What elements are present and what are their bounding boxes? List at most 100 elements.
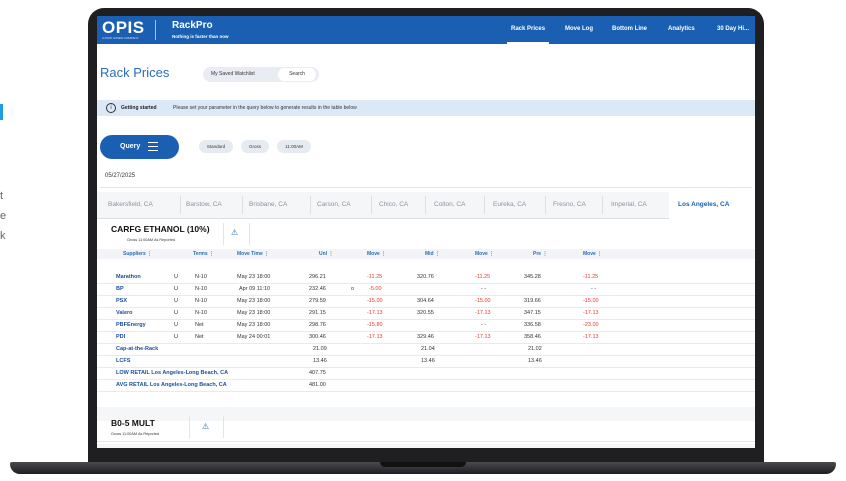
unl-move: -5.00: [369, 286, 382, 292]
tab-los-angeles[interactable]: Los Angeles, CA: [669, 192, 755, 219]
supplier-name[interactable]: PDI: [116, 334, 125, 340]
pre-move: -17.13: [583, 310, 599, 316]
tab-separator: [484, 196, 485, 214]
chip-time[interactable]: 11:00AM: [277, 140, 311, 153]
tab-separator: [242, 196, 243, 214]
tab-eureka[interactable]: Eureka, CA: [493, 201, 526, 208]
summary-unl: 481.00: [309, 382, 326, 388]
supplier-name[interactable]: PBFEnergy: [116, 322, 146, 328]
background-text-fragment: t e k: [0, 186, 6, 246]
mid-move: -17.13: [475, 334, 491, 340]
col-unl[interactable]: Unl ⋮: [319, 251, 333, 257]
unl-price: 296.21: [309, 274, 326, 280]
toggle-watchlist[interactable]: My Saved Watchlist: [211, 71, 255, 77]
pre-price: 347.15: [524, 310, 541, 316]
col-terms[interactable]: Terms ⋮: [193, 251, 214, 257]
divider: [249, 223, 250, 245]
tab-chico[interactable]: Chico, CA: [379, 201, 408, 208]
info-icon: i: [106, 103, 116, 113]
pre-price: 358.46: [524, 334, 541, 340]
tab-carson[interactable]: Carson, CA: [317, 201, 351, 208]
app-name: RackPro: [172, 20, 213, 31]
chip-gross[interactable]: Gross: [241, 140, 269, 153]
bell-icon[interactable]: ⚠: [231, 228, 238, 237]
move-time: May 23 18:00: [237, 322, 271, 328]
nav-move-log[interactable]: Move Log: [565, 26, 593, 32]
tab-imperial[interactable]: Imperial, CA: [611, 201, 647, 208]
screen-footer: [97, 444, 755, 448]
summary-label: AVG RETAIL Los Angeles-Long Beach, CA: [116, 382, 227, 388]
supplier-name[interactable]: BP: [116, 286, 124, 292]
terms: N-10: [195, 310, 207, 316]
bell-icon[interactable]: ⚠: [202, 422, 209, 431]
col-move[interactable]: Move ⋮: [367, 251, 386, 257]
terms: N-10: [195, 274, 207, 280]
unl-move: -17.13: [367, 310, 383, 316]
col-suppliers[interactable]: Suppliers ⋮: [123, 251, 152, 257]
summary-mid: 21.04: [421, 346, 435, 352]
table-header: Suppliers ⋮ Terms ⋮ Move Time ⋮ Unl ⋮ Mo…: [97, 249, 755, 259]
pre-move: -15.00: [583, 298, 599, 304]
tab-colton[interactable]: Colton, CA: [434, 201, 465, 208]
move-time: Apr 09 11:10: [239, 286, 271, 292]
tab-los-angeles-label: Los Angeles, CA: [678, 201, 730, 208]
section-spacer: [97, 407, 755, 421]
divider: [189, 416, 190, 438]
app-tagline: Nothing is faster than now: [172, 34, 229, 39]
unit: U: [174, 334, 178, 340]
tab-fresno[interactable]: Fresno, CA: [553, 201, 586, 208]
unl-price: 300.46: [309, 334, 326, 340]
tab-barstow[interactable]: Barstow, CA: [186, 201, 222, 208]
city-tabs: Bakersfield, CA Barstow, CA Brisbane, CA…: [97, 192, 755, 219]
supplier-name[interactable]: Valero: [116, 310, 133, 316]
nav-30-day-high[interactable]: 30 Day Hi...: [717, 26, 749, 32]
col-mid[interactable]: Mid ⋮: [425, 251, 440, 257]
supplier-name[interactable]: PSX: [116, 298, 127, 304]
divider: [223, 416, 224, 438]
filter-icon: [148, 142, 158, 151]
background-letter: e: [0, 210, 7, 222]
unl-price: 279.59: [309, 298, 326, 304]
pre-move: - -: [591, 286, 597, 292]
unl-price: 232.46: [309, 286, 326, 292]
laptop-screen: OPIS A DOW JONES COMPANY RackPro Nothing…: [97, 16, 755, 448]
chip-standard[interactable]: Standard: [199, 140, 233, 153]
tab-brisbane[interactable]: Brisbane, CA: [249, 201, 287, 208]
divider: [223, 223, 224, 245]
view-toggle: My Saved Watchlist Search: [203, 67, 319, 82]
nav-analytics[interactable]: Analytics: [668, 26, 695, 32]
mid-price: 320.55: [417, 310, 434, 316]
terms: Net: [195, 322, 204, 328]
product-title: B0-5 MULT: [111, 418, 155, 428]
unit: U: [174, 286, 178, 292]
page-title: Rack Prices: [100, 65, 170, 80]
mid-price: 304.64: [417, 298, 434, 304]
col-move[interactable]: Move ⋮: [583, 251, 602, 257]
mid-move: - -: [481, 322, 487, 328]
terms: Net: [195, 334, 204, 340]
background-letter: t: [0, 190, 4, 202]
nav-rack-prices[interactable]: Rack Prices: [511, 26, 545, 32]
unit: U: [174, 322, 178, 328]
unl-price: 298.76: [309, 322, 326, 328]
unit: U: [174, 274, 178, 280]
app-header: OPIS A DOW JONES COMPANY RackPro Nothing…: [97, 16, 755, 44]
col-move-time[interactable]: Move Time ⋮: [237, 251, 269, 257]
tab-separator: [545, 196, 546, 214]
nav-bottom-line[interactable]: Bottom Line: [612, 26, 647, 32]
summary-row: AVG RETAIL Los Angeles-Long Beach, CA 48…: [97, 379, 755, 392]
summary-unl: 13.46: [313, 358, 327, 364]
move-time: May 23 18:00: [237, 310, 271, 316]
pre-price: 336.58: [524, 322, 541, 328]
query-button[interactable]: Query: [100, 135, 179, 159]
col-move[interactable]: Move ⋮: [475, 251, 494, 257]
background-letter: k: [0, 230, 6, 242]
supplier-name[interactable]: Marathon: [116, 274, 141, 280]
col-pre[interactable]: Pre ⋮: [533, 251, 547, 257]
header-divider: [155, 20, 156, 40]
mid-move: -15.00: [475, 298, 491, 304]
toggle-search[interactable]: Search: [278, 68, 316, 81]
tab-separator: [310, 196, 311, 214]
tab-bakersfield[interactable]: Bakersfield, CA: [108, 201, 153, 208]
opis-logo[interactable]: OPIS: [102, 18, 145, 38]
